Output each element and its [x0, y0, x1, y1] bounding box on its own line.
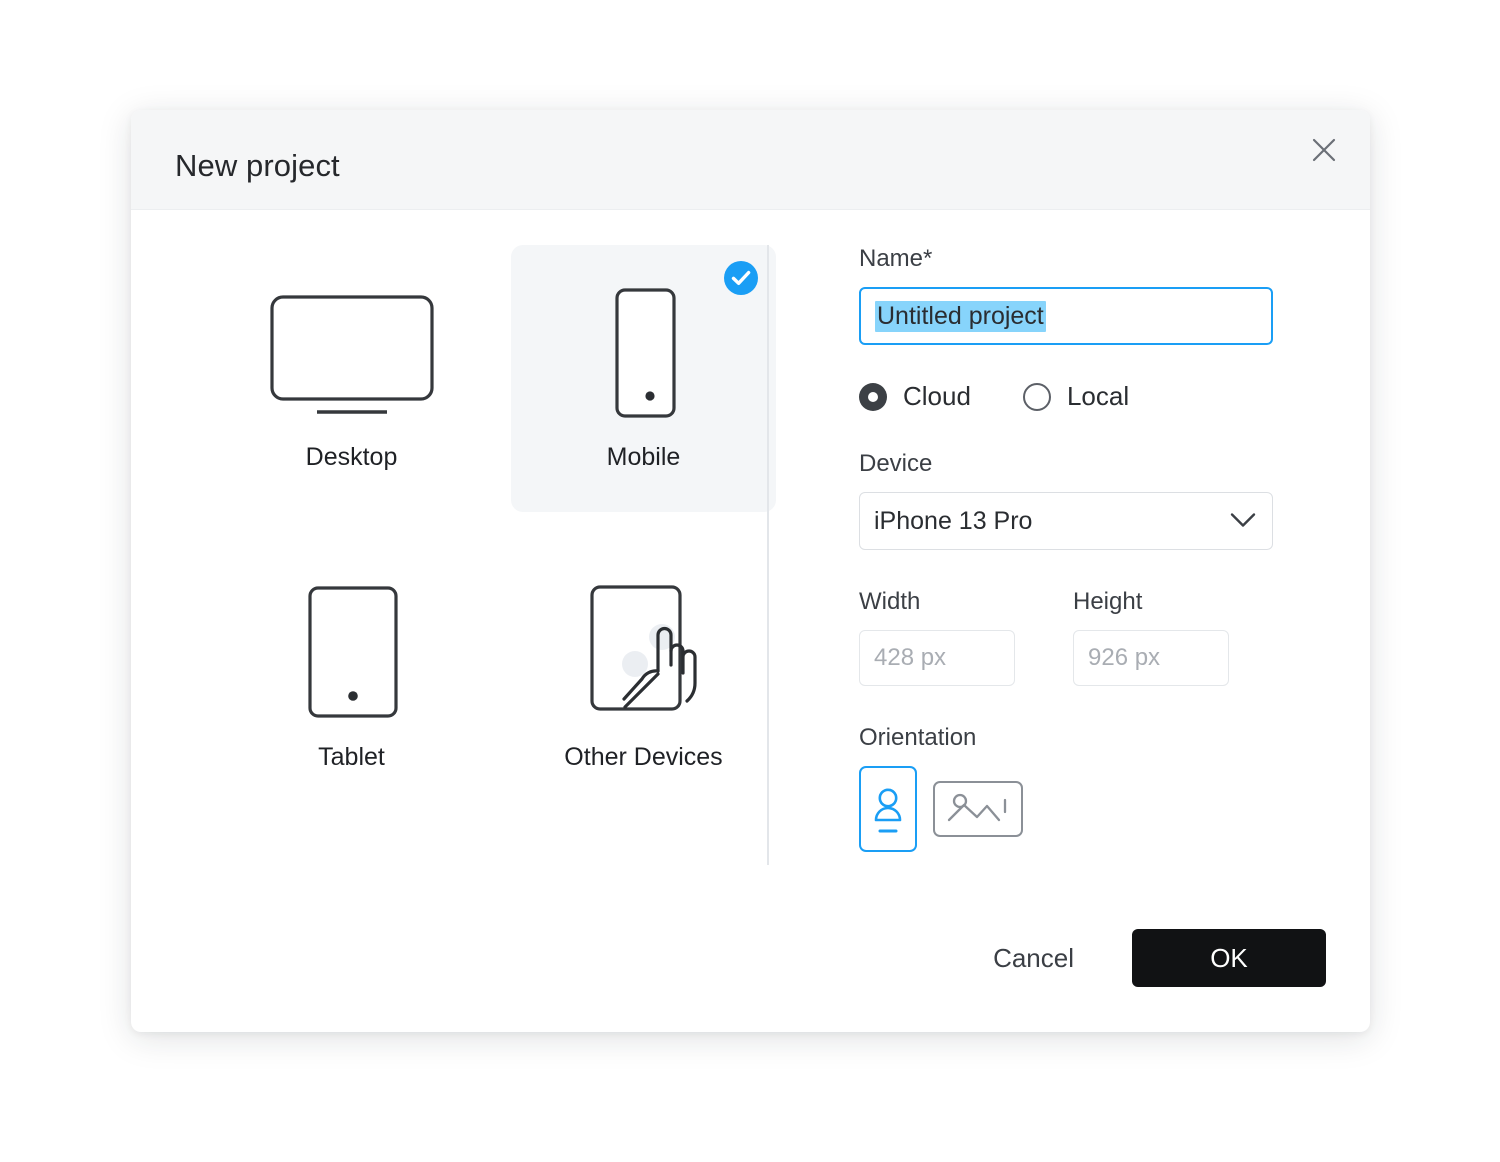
width-input-value: 428 px: [874, 644, 947, 671]
height-input[interactable]: 926 px: [1073, 630, 1229, 686]
landscape-image-icon: [944, 788, 1012, 831]
device-card-tablet[interactable]: Tablet: [219, 545, 484, 812]
panel-divider: [767, 245, 769, 865]
name-input-value: Untitled project: [875, 300, 1046, 332]
device-card-label: Other Devices: [564, 743, 723, 771]
radio-local-label: Local: [1066, 381, 1130, 411]
orientation-field: Orientation: [859, 724, 1279, 852]
device-card-label: Mobile: [606, 443, 681, 471]
dialog-footer: Cancel OK: [989, 929, 1326, 987]
width-input[interactable]: 428 px: [859, 630, 1015, 686]
touch-hand-icon: [511, 581, 776, 726]
radio-unselected-icon: [1022, 382, 1051, 411]
ok-button[interactable]: OK: [1132, 929, 1326, 987]
phone-icon: [511, 281, 776, 426]
orientation-options: [859, 766, 1279, 852]
height-input-value: 926 px: [1088, 644, 1161, 671]
name-label-text: Name: [859, 245, 924, 272]
device-select[interactable]: iPhone 13 Pro: [859, 492, 1273, 550]
orientation-portrait-button[interactable]: [859, 766, 917, 852]
width-label: Width: [859, 588, 921, 615]
orientation-label: Orientation: [859, 724, 977, 751]
device-field: Device iPhone 13 Pro: [859, 450, 1279, 550]
device-card-other-devices[interactable]: Other Devices: [511, 545, 776, 812]
tablet-icon: [219, 581, 484, 726]
radio-local[interactable]: Local: [1022, 381, 1130, 412]
name-input[interactable]: Untitled project: [859, 287, 1273, 345]
monitor-icon: [219, 281, 484, 426]
close-button[interactable]: [1302, 128, 1346, 172]
device-card-mobile[interactable]: Mobile: [511, 245, 776, 512]
chevron-down-icon: [1230, 507, 1256, 536]
name-label: Name*: [859, 245, 1279, 273]
radio-cloud-label: Cloud: [903, 381, 971, 411]
height-field: Height 926 px: [1073, 588, 1229, 686]
device-card-desktop[interactable]: Desktop: [219, 245, 484, 512]
device-card-label: Desktop: [305, 443, 398, 471]
radio-selected-icon: [859, 382, 887, 411]
dialog-body: Desktop Mobile Tablet Other Devices Name…: [131, 210, 1370, 1031]
dialog-header: New project: [131, 110, 1370, 210]
device-label: Device: [859, 450, 933, 477]
dimensions-row: Width 428 px Height 926 px: [859, 588, 1279, 686]
width-field: Width 428 px: [859, 588, 1015, 686]
device-select-value: iPhone 13 Pro: [874, 506, 1033, 535]
radio-cloud[interactable]: Cloud: [859, 381, 971, 412]
project-settings-form: Name* Untitled project Cloud Local Devic…: [859, 245, 1279, 852]
storage-radio-group: Cloud Local: [859, 381, 1279, 412]
close-icon: [1311, 137, 1337, 163]
page-title: New project: [175, 148, 340, 183]
portrait-phone-icon: [870, 776, 906, 843]
orientation-landscape-button[interactable]: [933, 781, 1023, 837]
new-project-dialog: New project Desktop Mobile Tablet Other …: [131, 110, 1370, 1032]
height-label: Height: [1073, 588, 1143, 615]
required-marker: *: [923, 245, 933, 272]
cancel-button[interactable]: Cancel: [989, 935, 1078, 982]
device-card-label: Tablet: [318, 743, 385, 771]
